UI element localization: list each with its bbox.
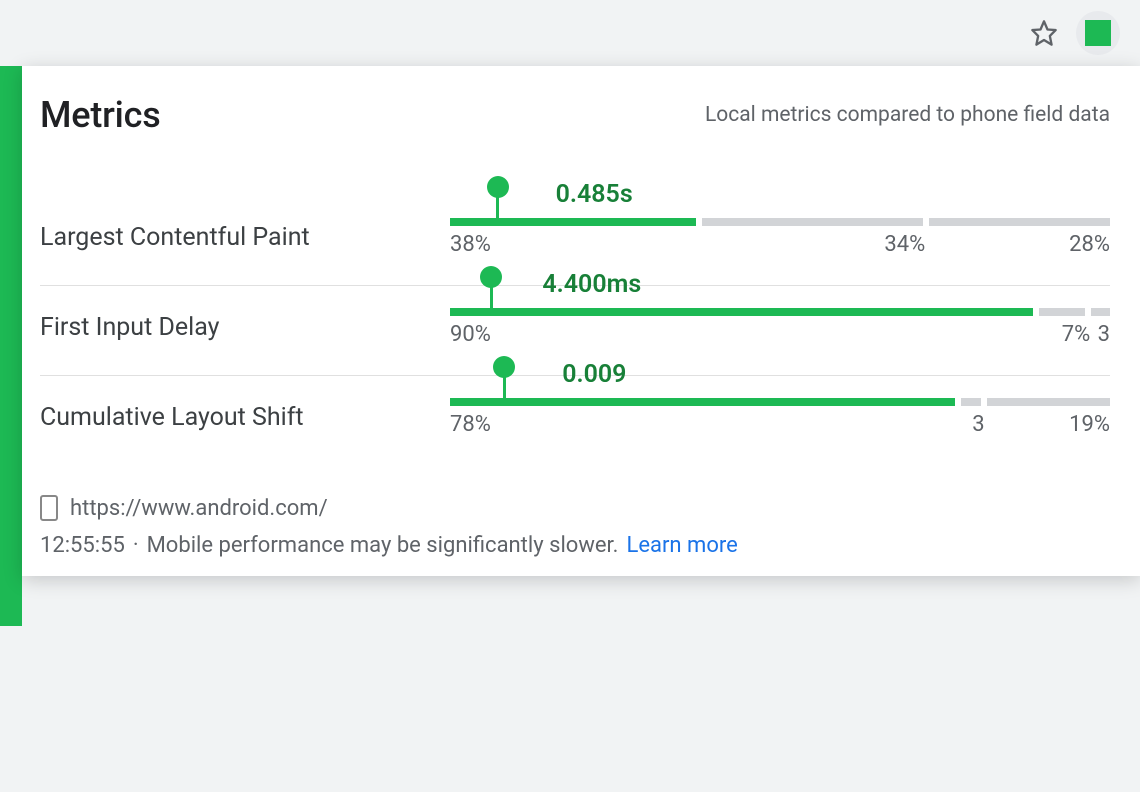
panel-title: Metrics <box>40 94 161 136</box>
metric-value: 0.485s <box>556 180 633 209</box>
distribution-segment-label: 90% <box>450 322 1044 347</box>
panel-footer: https://www.android.com/ 12:55:55 · Mobi… <box>40 495 1110 558</box>
local-value-marker-icon <box>490 274 493 308</box>
distribution-segment-label: 28% <box>925 232 1110 257</box>
metric-name: Largest Contentful Paint <box>40 223 450 252</box>
distribution-segment-label: 3 <box>965 412 985 437</box>
bookmark-star-icon[interactable] <box>1030 19 1058 47</box>
distribution-segment <box>929 218 1110 226</box>
panel-header: Metrics Local metrics compared to phone … <box>40 94 1110 136</box>
distribution-segment-label: 34% <box>701 232 925 257</box>
page-url: https://www.android.com/ <box>70 496 328 521</box>
distribution-segment-label: 19% <box>985 412 1110 437</box>
distribution-segment <box>450 218 696 226</box>
distribution-bar <box>450 398 1110 406</box>
metric-value: 4.400ms <box>542 270 641 299</box>
separator: · <box>133 533 139 558</box>
distribution-segment-label: 38% <box>450 232 701 257</box>
page-background-strip <box>0 66 22 626</box>
local-value-marker-icon <box>496 184 499 218</box>
distribution-segment <box>987 398 1110 406</box>
distribution-segment <box>450 398 955 406</box>
distribution-segment <box>450 308 1033 316</box>
metric-name: Cumulative Layout Shift <box>40 403 450 432</box>
phone-icon <box>40 495 58 521</box>
local-value-marker-icon <box>503 364 506 398</box>
learn-more-link[interactable]: Learn more <box>626 533 737 558</box>
panel-subtitle: Local metrics compared to phone field da… <box>705 103 1110 127</box>
metric-name: First Input Delay <box>40 313 450 342</box>
metric-visualization: 0.00978%319% <box>450 398 1110 437</box>
browser-toolbar <box>0 0 1140 66</box>
distribution-segment <box>961 398 980 406</box>
metrics-panel: Metrics Local metrics compared to phone … <box>22 66 1140 576</box>
distribution-bar <box>450 218 1110 226</box>
distribution-segment <box>702 218 922 226</box>
metric-visualization: 4.400ms90%7%3 <box>450 308 1110 347</box>
web-vitals-extension-icon[interactable] <box>1076 11 1120 55</box>
distribution-labels: 78%319% <box>450 412 1110 437</box>
distribution-segment-label: 78% <box>450 412 965 437</box>
metric-visualization: 0.485s38%34%28% <box>450 218 1110 257</box>
metric-row: Cumulative Layout Shift0.00978%319% <box>40 376 1110 465</box>
status-square-icon <box>1085 20 1111 46</box>
distribution-segment-label: 7% <box>1044 322 1090 347</box>
distribution-labels: 90%7%3 <box>450 322 1110 347</box>
distribution-segment <box>1039 308 1084 316</box>
timestamp: 12:55:55 <box>40 533 125 558</box>
distribution-labels: 38%34%28% <box>450 232 1110 257</box>
metric-value: 0.009 <box>562 360 626 389</box>
distribution-segment <box>1091 308 1110 316</box>
distribution-segment-label: 3 <box>1090 322 1110 347</box>
performance-warning: Mobile performance may be significantly … <box>147 533 619 558</box>
distribution-bar <box>450 308 1110 316</box>
